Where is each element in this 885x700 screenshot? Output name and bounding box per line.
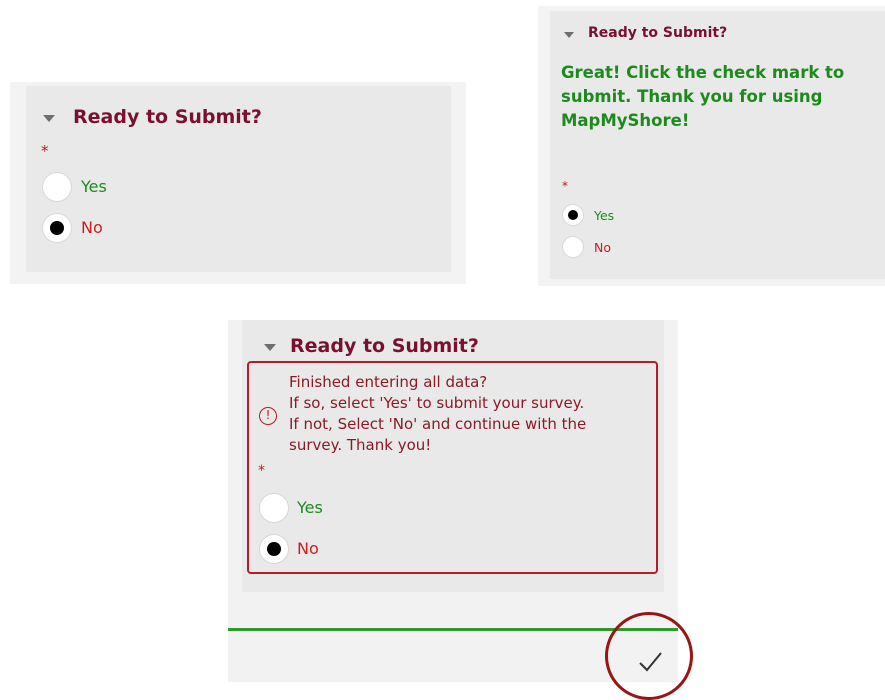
- warning-line: Finished entering all data?: [289, 373, 488, 391]
- option-label-no[interactable]: No: [297, 539, 319, 558]
- radio-no[interactable]: [42, 213, 72, 243]
- collapse-caret-icon[interactable]: [43, 115, 55, 122]
- required-asterisk: *: [562, 179, 568, 193]
- highlight-circle: [605, 612, 693, 700]
- required-asterisk: *: [258, 463, 265, 479]
- survey-panel-confirmed: Ready to Submit? Great! Click the check …: [538, 6, 885, 286]
- question-card: Ready to Submit? * Yes No: [26, 86, 451, 272]
- radio-selected-dot: [267, 542, 281, 556]
- footer-divider: [228, 628, 678, 631]
- survey-panel-validation: Ready to Submit? ! Finished entering all…: [228, 320, 678, 682]
- warning-line: survey. Thank you!: [289, 436, 432, 454]
- option-label-no[interactable]: No: [81, 218, 103, 237]
- option-label-yes[interactable]: Yes: [81, 177, 107, 196]
- validation-box: ! Finished entering all data? If so, sel…: [247, 361, 658, 574]
- question-card: Ready to Submit? Great! Click the check …: [550, 11, 885, 279]
- question-title: Ready to Submit?: [290, 335, 479, 357]
- required-asterisk: *: [41, 142, 49, 160]
- radio-no[interactable]: [259, 534, 289, 564]
- radio-selected-dot: [568, 210, 578, 220]
- question-title: Ready to Submit?: [73, 106, 262, 128]
- survey-panel-unanswered: Ready to Submit? * Yes No: [10, 82, 466, 284]
- option-label-yes[interactable]: Yes: [297, 498, 323, 517]
- question-card: Ready to Submit? ! Finished entering all…: [242, 320, 664, 592]
- exclamation-circle-icon: !: [259, 407, 277, 425]
- radio-yes[interactable]: [42, 172, 72, 202]
- collapse-caret-icon[interactable]: [264, 344, 276, 351]
- radio-no[interactable]: [562, 236, 584, 258]
- warning-message: Finished entering all data? If so, selec…: [289, 372, 649, 456]
- radio-yes[interactable]: [259, 493, 289, 523]
- confirmation-message: Great! Click the check mark to submit. T…: [561, 63, 845, 130]
- option-label-no[interactable]: No: [594, 240, 611, 255]
- radio-yes[interactable]: [562, 204, 584, 226]
- radio-selected-dot: [50, 221, 64, 235]
- collapse-caret-icon[interactable]: [564, 32, 574, 38]
- warning-line: If so, select 'Yes' to submit your surve…: [289, 394, 585, 412]
- warning-line: If not, Select 'No' and continue with th…: [289, 415, 587, 433]
- option-label-yes[interactable]: Yes: [594, 208, 614, 223]
- question-title: Ready to Submit?: [588, 25, 728, 41]
